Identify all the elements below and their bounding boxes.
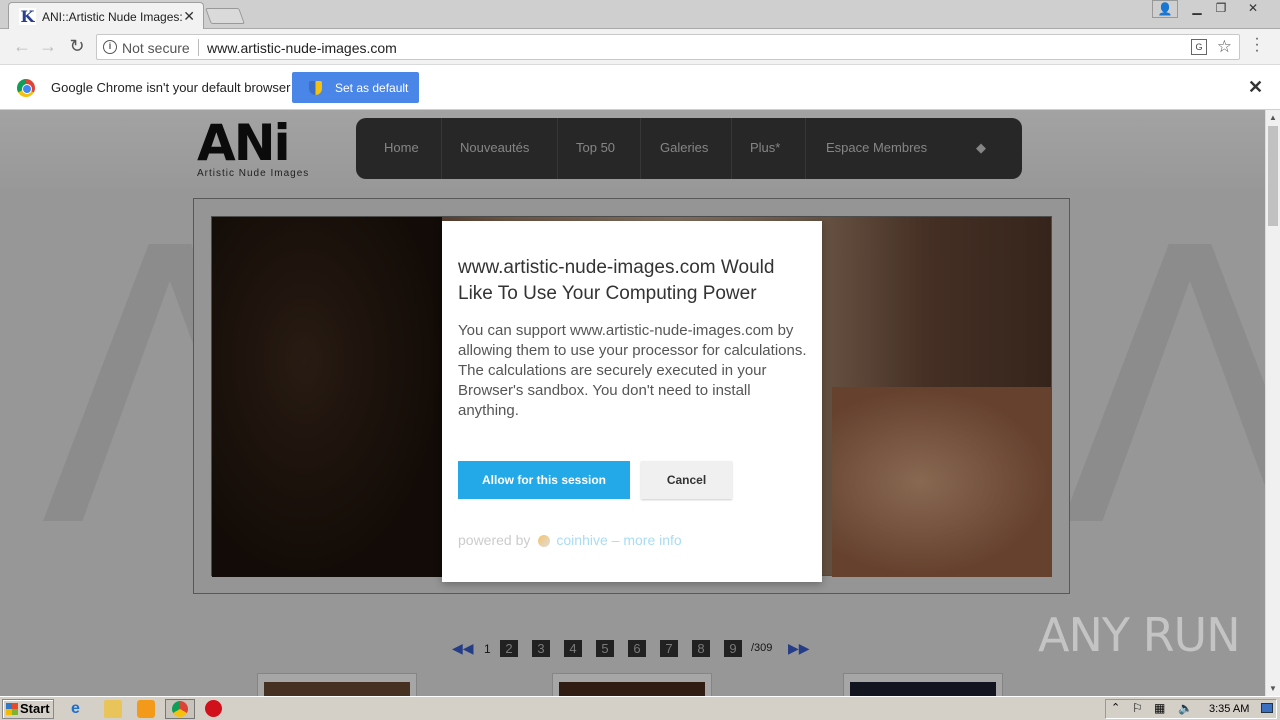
security-alert-icon[interactable] [205,700,222,717]
shield-icon [309,81,322,95]
anyrun-watermark: ANY RUN [1038,608,1241,662]
url-text[interactable]: www.artistic-nude-images.com [207,40,397,56]
scroll-down-icon[interactable]: ▼ [1269,684,1277,693]
info-icon[interactable]: i [103,40,117,54]
show-desktop-icon[interactable] [1261,703,1273,713]
start-button[interactable]: Start [2,699,54,719]
tab-close-icon[interactable]: ✕ [183,8,195,25]
network-icon[interactable]: ▦ [1154,701,1165,715]
restore-icon[interactable]: ❐ [1208,0,1234,18]
new-tab-button[interactable] [205,8,245,24]
coinhive-logo-icon [538,535,551,547]
user-profile-icon[interactable]: 👤 [1152,0,1178,18]
default-browser-infobar: Google Chrome isn't your default browser… [0,65,1280,110]
media-player-icon[interactable] [137,700,155,718]
dialog-body: You can support www.artistic-nude-images… [458,322,807,419]
powered-by-label: powered by [458,532,531,548]
site-favicon-icon: K [19,7,36,26]
browser-tab[interactable]: K ANI::Artistic Nude Images:: ✕ [8,2,204,29]
dialog-title: www.artistic-nude-images.com Would Like … [458,257,775,304]
chrome-menu-icon[interactable]: · · · [1252,31,1262,59]
infobar-message: Google Chrome isn't your default browser [51,80,291,95]
address-bar[interactable]: i Not secure www.artistic-nude-images.co… [96,34,1240,60]
clock[interactable]: 3:35 AM [1209,703,1249,715]
translate-icon[interactable]: G [1191,39,1207,55]
tray-expand-icon[interactable]: ⌃ [1111,701,1120,714]
flag-icon[interactable]: ⚐ [1132,701,1143,715]
coinhive-link[interactable]: coinhive [556,532,607,548]
windows-taskbar: Start e ⌃ ⚐ ▦ 🔈 3:35 AM [0,696,1280,720]
scroll-up-icon[interactable]: ▲ [1269,113,1277,122]
windows-logo-icon [6,703,18,715]
reload-icon[interactable]: ↻ [67,37,87,55]
minimize-icon[interactable]: ▁ [1184,0,1210,18]
chrome-icon [172,701,188,717]
start-label: Start [20,701,50,716]
forward-arrow-icon[interactable]: → [38,37,58,55]
chrome-taskbar-button[interactable] [165,699,195,719]
internet-explorer-icon[interactable]: e [71,700,89,718]
scroll-thumb[interactable] [1268,126,1278,226]
cancel-button[interactable]: Cancel [641,461,732,499]
browser-toolbar: ← → ↻ i Not secure www.artistic-nude-ima… [0,29,1280,65]
infobar-close-icon[interactable]: ✕ [1248,77,1263,98]
tab-strip: K ANI::Artistic Nude Images:: ✕ 👤 ▁ ❐ ✕ [0,0,1280,29]
system-tray: ⌃ ⚐ ▦ 🔈 3:35 AM [1105,699,1277,719]
security-status: Not secure [122,40,190,56]
allow-session-button[interactable]: Allow for this session [458,461,630,499]
address-divider [198,39,199,56]
set-as-default-button[interactable]: Set as default [292,72,419,103]
tab-title: ANI::Artistic Nude Images:: [42,10,182,24]
volume-icon[interactable]: 🔈 [1178,701,1193,715]
coinhive-consent-dialog: www.artistic-nude-images.com Would Like … [442,221,822,582]
set-as-default-label: Set as default [335,81,409,95]
bookmark-star-icon[interactable]: ☆ [1217,37,1232,57]
powered-by: powered by coinhive – more info [458,532,682,548]
page-scrollbar[interactable]: ▲ ▼ [1265,110,1280,696]
chrome-logo-icon [17,79,35,97]
back-arrow-icon[interactable]: ← [12,37,32,55]
file-explorer-icon[interactable] [104,700,122,718]
more-info-link[interactable]: – more info [612,532,682,548]
window-close-icon[interactable]: ✕ [1240,0,1266,18]
